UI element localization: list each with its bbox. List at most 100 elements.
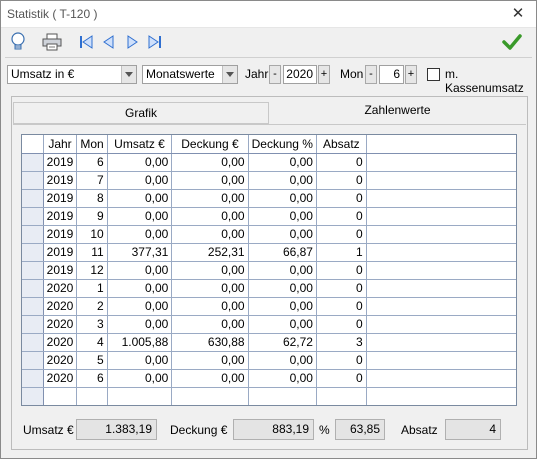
table-cell[interactable]: 2019 bbox=[43, 261, 78, 280]
table-row[interactable]: 2020 5 0,00 0,00 0,00 0 bbox=[22, 351, 516, 370]
row-indicator[interactable] bbox=[22, 279, 44, 298]
table-cell[interactable]: 2019 bbox=[43, 243, 78, 262]
table-cell[interactable]: 0,00 bbox=[107, 315, 173, 334]
table-cell[interactable]: 0,00 bbox=[107, 225, 173, 244]
table-row[interactable]: 2019 8 0,00 0,00 0,00 0 bbox=[22, 189, 516, 208]
column-header[interactable]: Absatz bbox=[316, 135, 367, 154]
table-cell[interactable]: 0,00 bbox=[248, 261, 317, 280]
table-cell[interactable]: 1.005,88 bbox=[107, 333, 173, 352]
table-cell[interactable]: 3 bbox=[76, 315, 108, 334]
first-record-button[interactable] bbox=[75, 31, 97, 53]
table-cell[interactable]: 0 bbox=[316, 297, 367, 316]
row-indicator[interactable] bbox=[22, 333, 44, 352]
table-cell[interactable]: 0,00 bbox=[107, 189, 173, 208]
table-cell[interactable]: 0,00 bbox=[248, 315, 317, 334]
table-cell[interactable]: 0 bbox=[316, 225, 367, 244]
table-row[interactable]: 2020 2 0,00 0,00 0,00 0 bbox=[22, 297, 516, 316]
table-cell[interactable]: 0,00 bbox=[248, 153, 317, 172]
table-cell[interactable]: 0 bbox=[316, 369, 367, 388]
column-header[interactable]: Deckung % bbox=[248, 135, 317, 154]
table-cell[interactable]: 3 bbox=[316, 333, 367, 352]
table-cell[interactable]: 0,00 bbox=[248, 369, 317, 388]
table-cell[interactable]: 0,00 bbox=[171, 153, 249, 172]
table-cell[interactable]: 2019 bbox=[43, 153, 78, 172]
table-cell[interactable]: 0 bbox=[316, 261, 367, 280]
tab-grafik[interactable]: Grafik bbox=[13, 102, 269, 124]
table-cell[interactable]: 7 bbox=[76, 171, 108, 190]
row-indicator[interactable] bbox=[22, 387, 44, 405]
period-type-select[interactable]: Monatswerte bbox=[142, 65, 238, 84]
table-row[interactable]: 2020 1 0,00 0,00 0,00 0 bbox=[22, 279, 516, 298]
table-cell[interactable]: 0 bbox=[316, 153, 367, 172]
year-increment-button[interactable]: + bbox=[318, 65, 330, 84]
table-cell[interactable]: 0,00 bbox=[107, 153, 173, 172]
table-cell[interactable]: 8 bbox=[76, 189, 108, 208]
month-decrement-button[interactable]: - bbox=[365, 65, 377, 84]
table-cell[interactable]: 1 bbox=[76, 279, 108, 298]
table-cell[interactable]: 2019 bbox=[43, 171, 78, 190]
table-cell[interactable] bbox=[171, 387, 249, 405]
table-cell[interactable]: 0,00 bbox=[248, 189, 317, 208]
month-increment-button[interactable]: + bbox=[405, 65, 417, 84]
table-cell[interactable]: 4 bbox=[76, 333, 108, 352]
table-row[interactable]: 2020 3 0,00 0,00 0,00 0 bbox=[22, 315, 516, 334]
table-cell[interactable]: 0 bbox=[316, 189, 367, 208]
table-cell[interactable]: 0,00 bbox=[107, 297, 173, 316]
row-indicator[interactable] bbox=[22, 243, 44, 262]
table-cell[interactable]: 0,00 bbox=[171, 369, 249, 388]
table-cell[interactable]: 0 bbox=[316, 207, 367, 226]
table-cell[interactable]: 2019 bbox=[43, 189, 78, 208]
table-cell[interactable]: 0,00 bbox=[107, 369, 173, 388]
tab-zahlenwerte[interactable]: Zahlenwerte bbox=[269, 99, 526, 125]
column-header[interactable]: Umsatz € bbox=[107, 135, 173, 154]
table-cell[interactable]: 0,00 bbox=[248, 207, 317, 226]
table-row[interactable]: 2020 4 1.005,88 630,88 62,72 3 bbox=[22, 333, 516, 352]
table-cell[interactable]: 2020 bbox=[43, 369, 78, 388]
table-cell[interactable]: 0,00 bbox=[248, 225, 317, 244]
table-cell[interactable]: 0,00 bbox=[171, 171, 249, 190]
table-cell[interactable]: 2019 bbox=[43, 225, 78, 244]
row-indicator[interactable] bbox=[22, 171, 44, 190]
row-indicator[interactable] bbox=[22, 207, 44, 226]
row-indicator[interactable] bbox=[22, 189, 44, 208]
table-cell[interactable]: 0,00 bbox=[171, 189, 249, 208]
lightbulb-button[interactable] bbox=[7, 31, 29, 53]
table-cell[interactable]: 0,00 bbox=[107, 351, 173, 370]
table-cell[interactable]: 0,00 bbox=[107, 171, 173, 190]
table-cell[interactable]: 0,00 bbox=[248, 279, 317, 298]
table-cell[interactable]: 2020 bbox=[43, 333, 78, 352]
year-decrement-button[interactable]: - bbox=[269, 65, 281, 84]
last-record-button[interactable] bbox=[144, 31, 166, 53]
table-cell[interactable] bbox=[248, 387, 317, 405]
table-cell[interactable] bbox=[43, 387, 78, 405]
table-cell[interactable]: 2020 bbox=[43, 279, 78, 298]
row-indicator[interactable] bbox=[22, 261, 44, 280]
row-indicator[interactable] bbox=[22, 351, 44, 370]
month-field[interactable]: 6 bbox=[379, 65, 404, 84]
year-field[interactable]: 2020 bbox=[283, 65, 317, 84]
table-cell[interactable]: 0,00 bbox=[107, 261, 173, 280]
table-cell[interactable]: 252,31 bbox=[171, 243, 249, 262]
column-header[interactable]: Mon bbox=[76, 135, 108, 154]
column-header[interactable]: Jahr bbox=[43, 135, 78, 154]
table-cell[interactable]: 2020 bbox=[43, 297, 78, 316]
table-row[interactable]: 2019 7 0,00 0,00 0,00 0 bbox=[22, 171, 516, 190]
table-row[interactable]: 2019 6 0,00 0,00 0,00 0 bbox=[22, 153, 516, 172]
table-cell[interactable] bbox=[76, 387, 108, 405]
row-indicator[interactable] bbox=[22, 153, 44, 172]
table-cell[interactable]: 66,87 bbox=[248, 243, 317, 262]
row-indicator[interactable] bbox=[22, 297, 44, 316]
chevron-down-icon[interactable] bbox=[222, 66, 237, 83]
previous-record-button[interactable] bbox=[98, 31, 120, 53]
table-cell[interactable]: 0 bbox=[316, 315, 367, 334]
table-cell[interactable]: 0,00 bbox=[171, 279, 249, 298]
table-row[interactable]: 2019 12 0,00 0,00 0,00 0 bbox=[22, 261, 516, 280]
table-cell[interactable]: 0 bbox=[316, 279, 367, 298]
table-row[interactable]: 2019 9 0,00 0,00 0,00 0 bbox=[22, 207, 516, 226]
table-row[interactable]: 2020 6 0,00 0,00 0,00 0 bbox=[22, 369, 516, 388]
value-type-select[interactable]: Umsatz in € bbox=[7, 65, 137, 84]
kassenumsatz-checkbox[interactable] bbox=[427, 68, 440, 81]
table-cell[interactable]: 0,00 bbox=[171, 315, 249, 334]
table-cell[interactable]: 2020 bbox=[43, 351, 78, 370]
empty-table-row[interactable] bbox=[22, 387, 516, 405]
